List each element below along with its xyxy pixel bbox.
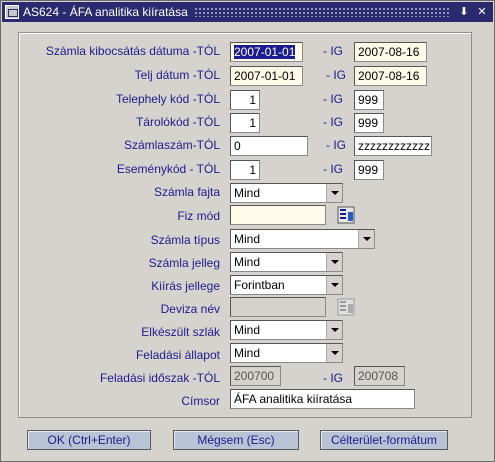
chevron-down-icon[interactable] [326, 253, 342, 271]
label-elkeszult: Elkészült szlák [141, 325, 220, 339]
chevron-down-icon[interactable] [326, 321, 342, 339]
szamlaszam-to-field[interactable]: zzzzzzzzzzzz [354, 136, 432, 156]
label-telj-date: Telj dátum -TÓL [134, 68, 220, 82]
label-fiz-mod: Fiz mód [177, 209, 220, 223]
label-szamla-fajta: Számla fajta [153, 185, 220, 199]
esemeny-from-field[interactable]: 1 [230, 160, 260, 180]
minimize-icon[interactable]: ⬇ [457, 5, 471, 19]
feladasi-allapot-select[interactable]: Mind [230, 343, 343, 363]
tarolo-from-field[interactable]: 1 [230, 113, 260, 133]
label-ig: - IG [326, 68, 346, 82]
cancel-button[interactable]: Mégsem (Esc) [173, 430, 299, 450]
label-esemeny: Eseménykód - TÓL [116, 162, 220, 176]
close-icon[interactable]: ✕ [475, 5, 489, 19]
label-szamla-jelleg: Számla jelleg [148, 256, 220, 270]
label-deviza-nev: Deviza név [160, 302, 220, 316]
deviza-nev-field [230, 297, 326, 317]
dialog-window: AS624 - ÁFA analitika kiíratása ⬇ ✕ Szám… [0, 0, 495, 462]
label-szamla-date: Számla kibocsátás dátuma -TÓL [45, 44, 220, 58]
label-ig: - IG [323, 92, 343, 106]
esemeny-to-field[interactable]: 999 [354, 160, 384, 180]
chevron-down-icon[interactable] [326, 344, 342, 362]
szamla-jelleg-select[interactable]: Mind [230, 252, 343, 272]
target-format-button[interactable]: Célterület-formátum [320, 430, 448, 450]
label-szamlaszam: Számlaszám-TÓL [123, 138, 220, 152]
telephely-from-field[interactable]: 1 [230, 90, 260, 110]
szamla-tipus-select[interactable]: Mind [230, 229, 375, 249]
telj-date-from-field[interactable]: 2007-01-01 [230, 66, 303, 86]
label-feladasi-idoszak: Feladási időszak -TÓL [99, 371, 220, 385]
label-ig: - IG [326, 138, 346, 152]
title-grip [193, 7, 451, 17]
label-ig: - IG [323, 115, 343, 129]
chevron-down-icon[interactable] [326, 276, 342, 294]
label-ig: - IG [323, 44, 343, 58]
list-of-values-icon[interactable] [337, 206, 355, 224]
label-ig: - IG [323, 371, 343, 385]
szamla-date-to-field[interactable]: 2007-08-16 [354, 42, 427, 62]
feladasi-idoszak-from-field: 200700 [230, 366, 281, 386]
szamlaszam-from-field[interactable]: 0 [230, 136, 308, 156]
szamla-fajta-select[interactable]: Mind [230, 183, 343, 203]
label-kiiras-jellege: Kiírás jellege [151, 279, 220, 293]
title-bar[interactable]: AS624 - ÁFA analitika kiíratása ⬇ ✕ [2, 2, 493, 22]
window-title: AS624 - ÁFA analitika kiíratása [23, 5, 188, 19]
app-icon [5, 5, 19, 19]
cimsor-field[interactable]: ÁFA analitika kiíratása [230, 389, 415, 409]
tarolo-to-field[interactable]: 999 [354, 113, 384, 133]
telj-date-to-field[interactable]: 2007-08-16 [354, 66, 427, 86]
list-of-values-icon [337, 298, 355, 316]
szamla-date-from-field[interactable]: 2007-01-01 [230, 42, 303, 62]
chevron-down-icon[interactable] [358, 230, 374, 248]
chevron-down-icon[interactable] [326, 184, 342, 202]
elkeszult-select[interactable]: Mind [230, 320, 343, 340]
ok-button[interactable]: OK (Ctrl+Enter) [27, 430, 151, 450]
label-cimsor: Címsor [181, 394, 220, 408]
telephely-to-field[interactable]: 999 [354, 90, 384, 110]
label-feladasi-allapot: Feladási állapot [135, 348, 220, 362]
kiiras-jellege-select[interactable]: Forintban [230, 275, 343, 295]
label-szamla-tipus: Számla típus [150, 233, 220, 247]
label-tarolo: Tárolókód -TÓL [135, 115, 220, 129]
label-telephely: Telephely kód -TÓL [115, 92, 220, 106]
label-ig: - IG [323, 162, 343, 176]
fiz-mod-field[interactable] [230, 205, 326, 225]
feladasi-idoszak-to-field: 200708 [354, 366, 405, 386]
